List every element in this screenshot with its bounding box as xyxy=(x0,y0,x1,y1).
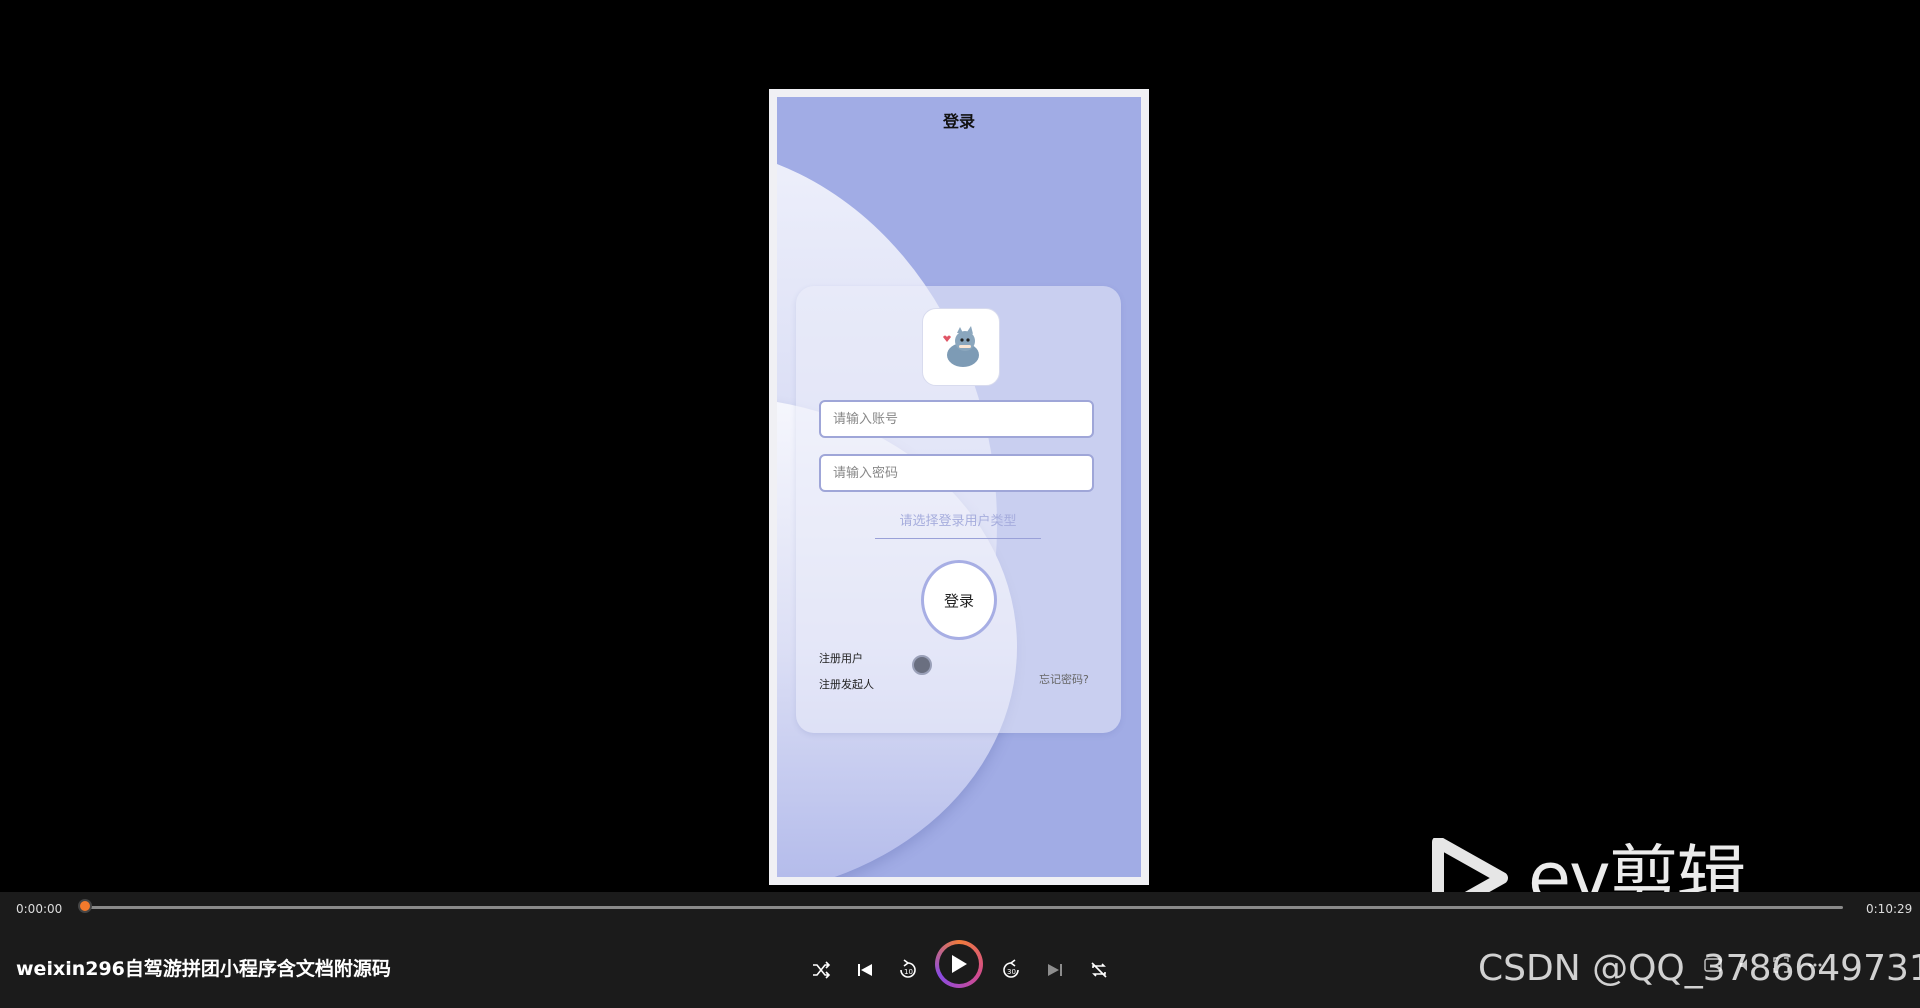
login-card: 请选择登录用户类型 登录 注册用户 注册发起人 忘记密码? xyxy=(796,286,1121,733)
csdn-watermark: CSDN @QQ_3786649731 xyxy=(1478,948,1920,989)
total-time: 0:10:29 xyxy=(1866,902,1913,916)
current-time: 0:00:00 xyxy=(16,902,63,916)
phone-frame: 登录 请选择登录用户类型 xyxy=(769,89,1149,885)
register-user-link[interactable]: 注册用户 xyxy=(819,650,863,666)
svg-text:30: 30 xyxy=(1007,968,1016,976)
skip-forward-icon xyxy=(1048,964,1062,976)
repeat-off-icon xyxy=(1091,962,1107,978)
touch-cursor-indicator xyxy=(912,655,932,675)
play-button-inner xyxy=(939,944,979,984)
play-button[interactable] xyxy=(935,940,983,988)
previous-button[interactable] xyxy=(851,956,879,984)
forgot-password-link[interactable]: 忘记密码? xyxy=(1039,671,1089,687)
next-button[interactable] xyxy=(1041,956,1069,984)
page-title: 登录 xyxy=(942,112,975,131)
rewind-10-button[interactable]: 10 xyxy=(894,956,922,984)
progress-thumb[interactable] xyxy=(78,899,92,913)
login-button[interactable]: 登录 xyxy=(921,560,997,640)
register-organizer-link[interactable]: 注册发起人 xyxy=(819,676,874,692)
user-type-select[interactable]: 请选择登录用户类型 xyxy=(875,508,1041,539)
shuffle-button[interactable] xyxy=(807,956,835,984)
forward-30-icon: 30 xyxy=(1003,959,1019,978)
skip-back-icon xyxy=(858,964,872,976)
rewind-10-icon: 10 xyxy=(900,959,916,978)
video-area: 登录 请选择登录用户类型 xyxy=(0,0,1920,918)
password-input[interactable] xyxy=(819,454,1094,492)
app-avatar xyxy=(922,308,1000,386)
progress-track[interactable] xyxy=(86,906,1843,909)
repeat-off-button[interactable] xyxy=(1085,956,1113,984)
shuffle-icon xyxy=(813,961,831,979)
video-title: weixin296自驾游拼团小程序含文档附源码 xyxy=(16,958,391,980)
play-icon xyxy=(952,955,967,973)
phone-screen: 登录 请选择登录用户类型 xyxy=(777,97,1141,877)
svg-text:10: 10 xyxy=(904,968,913,976)
account-input[interactable] xyxy=(819,400,1094,438)
cartoon-mascot-icon xyxy=(943,326,979,367)
forward-30-button[interactable]: 30 xyxy=(997,956,1025,984)
